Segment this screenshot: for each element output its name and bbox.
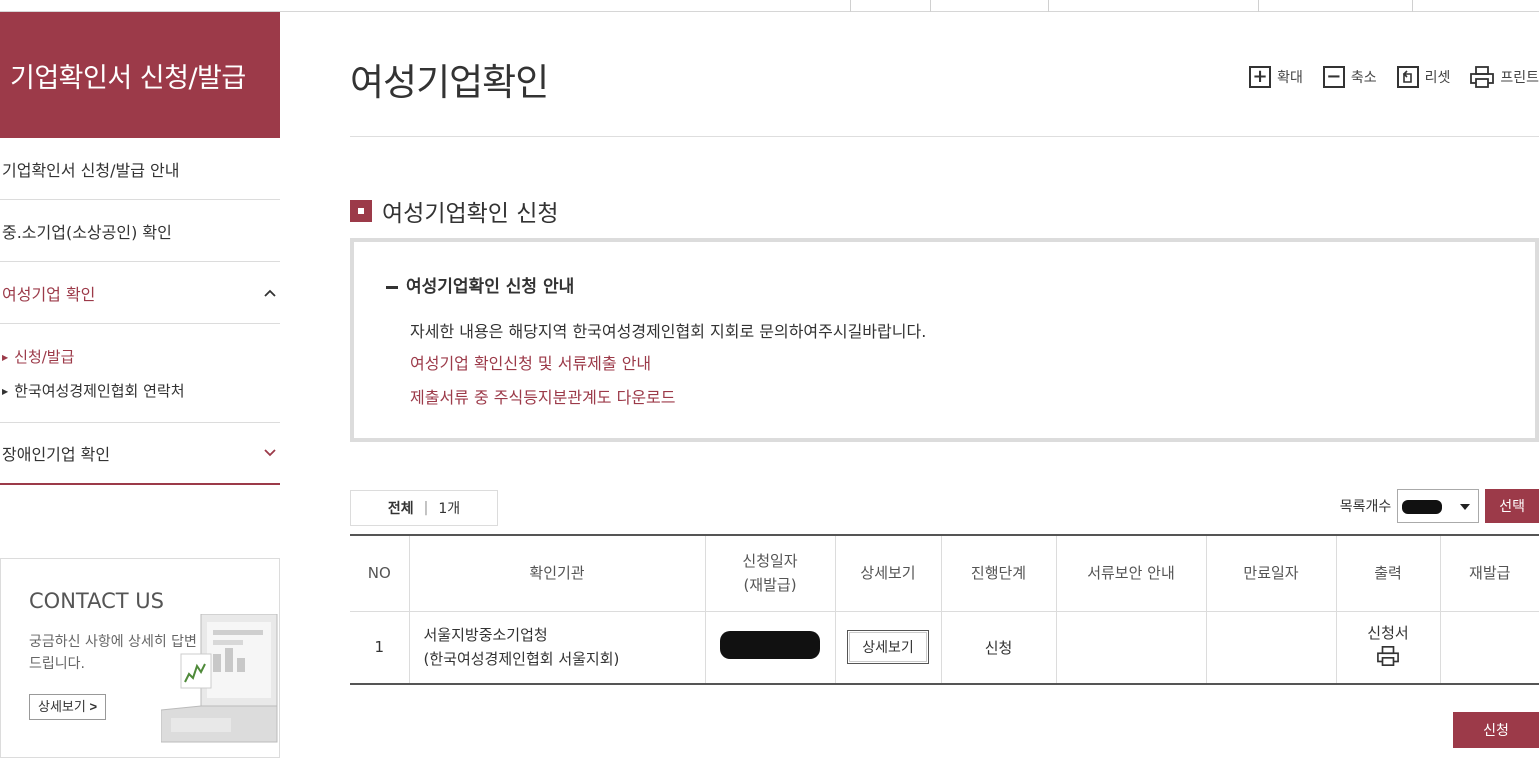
cell-no: 1 xyxy=(374,638,385,657)
col-date: 신청일자 (재발급) xyxy=(704,535,835,612)
sidebar-item-sme-confirm[interactable]: 중.소기업(소상공인) 확인 xyxy=(0,200,280,262)
sidebar-item-label: 기업확인서 신청/발급 안내 xyxy=(2,160,180,180)
cell-stage: 신청 xyxy=(940,611,1056,684)
top-strip-divider xyxy=(1258,0,1259,12)
select-button[interactable]: 선택 xyxy=(1485,489,1539,523)
col-expire: 만료일자 xyxy=(1205,535,1336,612)
reset-label: 리셋 xyxy=(1424,70,1451,86)
sidebar-item-women-confirm[interactable]: 여성기업 확인 xyxy=(0,262,280,324)
output-label: 신청서 xyxy=(1367,623,1409,642)
section-square-icon xyxy=(350,200,372,222)
printer-icon xyxy=(1470,66,1495,88)
zoom-in-button[interactable]: + 확대 xyxy=(1249,66,1303,88)
bullet-icon: ▶ xyxy=(2,352,9,362)
zoom-out-button[interactable]: − 축소 xyxy=(1322,66,1377,88)
sidebar-item-guide[interactable]: 기업확인서 신청/발급 안내 xyxy=(0,138,280,200)
sidebar-menu: 기업확인서 신청/발급 안내 중.소기업(소상공인) 확인 여성기업 확인 xyxy=(0,138,280,324)
zoom-out-label: 축소 xyxy=(1350,70,1377,86)
cell-detail: 상세보기 xyxy=(834,611,941,684)
download-link[interactable]: 제출서류 중 주식등지분관계도 다운로드 xyxy=(410,384,676,408)
minus-icon: − xyxy=(1322,66,1345,88)
page-size-select[interactable] xyxy=(1397,489,1480,523)
sidebar-item-label: 장애인기업 확인 xyxy=(2,445,111,464)
cell-output[interactable]: 신청서 xyxy=(1335,611,1440,684)
table-row: 1 서울지방중소기업청 (한국여성경제인협회 서울지회) 상세보기 신청 신청서 xyxy=(350,611,1539,684)
page-size-control: 목록개수 선택 xyxy=(1340,489,1539,523)
page-title: 여성기업확인 xyxy=(350,61,549,104)
sidebar-item-label: 여성기업 확인 xyxy=(2,284,96,304)
apply-button[interactable]: 신청 xyxy=(1453,712,1539,748)
col-stage: 진행단계 xyxy=(940,535,1056,612)
chevron-down-icon xyxy=(264,449,276,457)
guide-link[interactable]: 여성기업 확인신청 및 서류제출 안내 xyxy=(410,350,651,374)
col-reissue: 재발급 xyxy=(1439,535,1539,612)
view-toolbar: + 확대 − 축소 리셋 프린트 xyxy=(1249,66,1539,88)
info-title: 여성기업확인 신청 안내 xyxy=(406,277,575,297)
contact-title: CONTACT US xyxy=(29,589,164,613)
zoom-in-label: 확대 xyxy=(1277,70,1303,86)
top-strip-divider xyxy=(1048,0,1049,12)
cell-expire xyxy=(1205,611,1336,684)
page-size-label: 목록개수 xyxy=(1339,499,1392,515)
contact-box: CONTACT US 궁금하신 사항에 상세히 답변 드립니다. 상세보기 > xyxy=(0,558,280,758)
main-content: 여성기업확인 + 확대 − 축소 리셋 프린트 여성기업확인 신청 여성기업확인… xyxy=(350,12,1539,748)
contact-more-button[interactable]: 상세보기 > xyxy=(29,694,107,720)
cell-reissue xyxy=(1439,611,1539,684)
info-title-row: 여성기업확인 신청 안내 xyxy=(386,272,574,297)
total-count: 전체 | 1개 xyxy=(350,490,498,526)
section-header: 여성기업확인 신청 xyxy=(350,194,559,228)
printer-icon[interactable] xyxy=(1377,645,1399,667)
detail-button[interactable]: 상세보기 xyxy=(847,630,929,665)
sidebar-item-disabled-confirm[interactable]: 장애인기업 확인 xyxy=(0,423,280,485)
top-strip-divider xyxy=(1412,0,1413,12)
sidebar-subitem-label: 신청/발급 xyxy=(14,348,75,366)
cell-org: 서울지방중소기업청 (한국여성경제인협회 서울지회) xyxy=(408,611,705,684)
title-divider xyxy=(350,136,1539,137)
dropdown-arrow-icon xyxy=(1460,504,1471,510)
sidebar-subitem-apply[interactable]: ▶ 신청/발급 xyxy=(2,340,280,374)
bullet-icon: ▶ xyxy=(2,386,9,396)
sidebar-title: 기업확인서 신청/발급 xyxy=(0,12,280,138)
org-branch: (한국여성경제인협회 서울지회) xyxy=(423,650,620,669)
table-header-row: NO 확인기관 신청일자 (재발급) 상세보기 진행단계 서류보안 안내 만료일… xyxy=(350,535,1539,612)
plus-icon: + xyxy=(1249,66,1272,88)
sidebar: 기업확인서 신청/발급 기업확인서 신청/발급 안내 중.소기업(소상공인) 확… xyxy=(0,12,280,758)
col-no: NO xyxy=(350,535,409,612)
laptop-illustration-icon xyxy=(161,614,278,743)
divider: | xyxy=(423,500,429,516)
redacted-date xyxy=(720,631,820,660)
top-strip-divider xyxy=(930,0,931,12)
org-name: 서울지방중소기업청 xyxy=(423,626,548,645)
sidebar-item-label: 중.소기업(소상공인) 확인 xyxy=(2,222,172,242)
chevron-up-icon xyxy=(264,289,276,297)
sidebar-subitem-label: 한국여성경제인협회 연락처 xyxy=(14,382,185,400)
chevron-right-icon: > xyxy=(89,699,98,714)
top-strip-divider xyxy=(850,0,851,12)
sidebar-subitem-contacts[interactable]: ▶ 한국여성경제인협회 연락처 xyxy=(2,374,280,408)
col-org: 확인기관 xyxy=(408,535,705,612)
col-supplement: 서류보안 안내 xyxy=(1055,535,1206,612)
reset-icon xyxy=(1396,66,1419,88)
dash-icon xyxy=(386,285,398,289)
sidebar-submenu: ▶ 신청/발급 ▶ 한국여성경제인협회 연락처 xyxy=(0,324,280,423)
redacted-value xyxy=(1402,500,1443,514)
reset-button[interactable]: 리셋 xyxy=(1396,66,1451,88)
contact-more-label: 상세보기 xyxy=(38,699,86,714)
print-label: 프린트 xyxy=(1500,70,1539,86)
col-detail: 상세보기 xyxy=(834,535,941,612)
application-table: NO 확인기관 신청일자 (재발급) 상세보기 진행단계 서류보안 안내 만료일… xyxy=(350,534,1539,685)
print-button[interactable]: 프린트 xyxy=(1470,66,1539,88)
cell-date xyxy=(704,611,835,684)
total-label: 전체 xyxy=(387,501,414,517)
col-output: 출력 xyxy=(1335,535,1440,612)
section-title: 여성기업확인 신청 xyxy=(382,201,559,227)
cell-supplement xyxy=(1055,611,1206,684)
info-text: 자세한 내용은 해당지역 한국여성경제인협회 지회로 문의하여주시길바랍니다. xyxy=(410,322,927,341)
top-strip xyxy=(0,0,1539,12)
info-box: 여성기업확인 신청 안내 자세한 내용은 해당지역 한국여성경제인협회 지회로 … xyxy=(350,238,1539,442)
total-value: 1개 xyxy=(438,501,461,517)
